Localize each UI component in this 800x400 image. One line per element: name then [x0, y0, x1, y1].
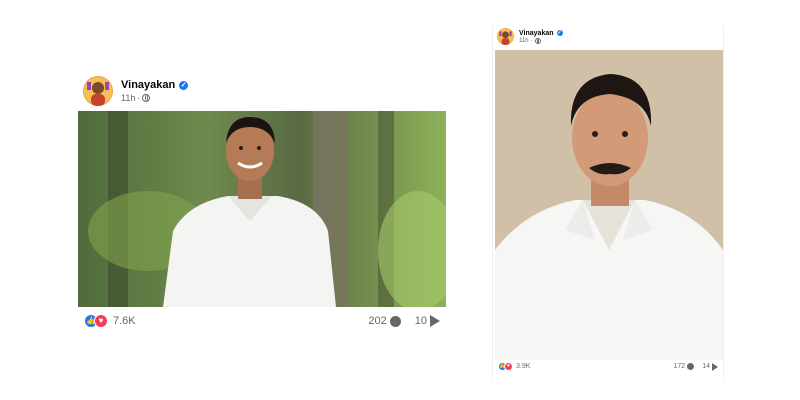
comment-icon [687, 363, 695, 370]
author-name[interactable]: Vinayakan [121, 79, 175, 91]
globe-icon [142, 94, 151, 102]
post-footer: 👍 ♥ 3.9K 172 14 [498, 362, 718, 371]
shares-count-group[interactable]: 10 [415, 315, 440, 327]
reactions-summary[interactable]: 👍 ♥ 3.9K [498, 362, 530, 371]
reaction-count: 3.9K [516, 363, 531, 370]
time-row: 11h · [121, 93, 188, 103]
comments-count-group[interactable]: 202 [368, 315, 401, 327]
globe-icon [534, 37, 541, 44]
facebook-post-2: Vinayakan ✓ 11h · 👍 ♥ 3.9K 172 14 [492, 26, 724, 378]
reaction-count: 7.6K [113, 315, 136, 327]
post-time[interactable]: 11h [121, 93, 135, 103]
post-meta: Vinayakan ✓ 11h · [121, 79, 189, 103]
post-header: Vinayakan ✓ 11h · [83, 76, 189, 106]
verified-icon: ✓ [179, 80, 189, 90]
engagement-counts: 202 10 [368, 315, 440, 327]
author-row: Vinayakan ✓ [519, 30, 563, 37]
post-photo[interactable] [78, 111, 446, 307]
separator: · [530, 37, 533, 44]
time-row: 11h · [519, 37, 563, 44]
post-photo[interactable] [495, 50, 723, 360]
post-header: Vinayakan ✓ 11h · [497, 28, 563, 45]
love-icon: ♥ [504, 362, 513, 371]
post-footer: 👍 ♥ 7.6K 202 10 [84, 314, 440, 328]
author-row: Vinayakan ✓ [121, 79, 189, 91]
reactions-summary[interactable]: 👍 ♥ 7.6K [84, 314, 136, 328]
author-name[interactable]: Vinayakan [519, 30, 554, 37]
share-icon [712, 362, 718, 371]
share-icon [430, 315, 440, 327]
comment-icon [389, 315, 401, 327]
verified-icon: ✓ [556, 30, 563, 36]
avatar[interactable] [497, 28, 514, 45]
love-icon: ♥ [94, 314, 108, 328]
share-count: 14 [702, 363, 710, 370]
comment-count: 202 [368, 315, 387, 327]
shares-count-group[interactable]: 14 [702, 362, 718, 371]
comment-count: 172 [673, 363, 686, 370]
engagement-counts: 172 14 [674, 362, 718, 371]
facebook-post-1: Vinayakan ✓ 11h · 👍 ♥ 7.6K 202 10 [76, 70, 448, 340]
post-time[interactable]: 11h [519, 38, 529, 44]
post-meta: Vinayakan ✓ 11h · [519, 30, 563, 44]
separator: · [137, 93, 141, 103]
avatar[interactable] [83, 76, 113, 106]
share-count: 10 [414, 315, 427, 327]
comments-count-group[interactable]: 172 [674, 363, 695, 370]
